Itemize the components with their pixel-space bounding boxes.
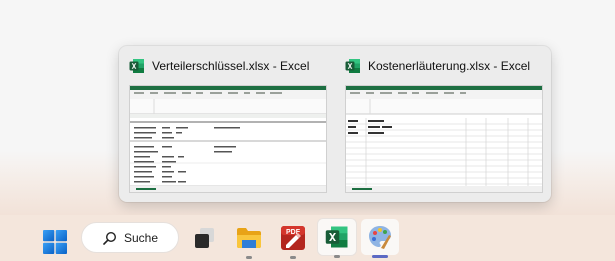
taskbar-thumbnail-preview: Verteilerschlüssel.xlsx - Excel Kostener… bbox=[119, 46, 551, 202]
excel-icon bbox=[325, 226, 348, 248]
task-view-icon bbox=[195, 228, 214, 248]
window-preview-kostenerlaeuterung[interactable]: Kostenerläuterung.xlsx - Excel bbox=[335, 46, 551, 202]
excel-button[interactable] bbox=[318, 219, 356, 258]
pdf-app-button[interactable]: PDF bbox=[275, 220, 311, 259]
window-preview-verteilerschluessel[interactable]: Verteilerschlüssel.xlsx - Excel bbox=[119, 46, 335, 202]
window-thumbnail bbox=[129, 85, 327, 193]
excel-icon bbox=[345, 58, 361, 79]
start-button[interactable] bbox=[36, 220, 72, 256]
taskbar-search[interactable]: Suche bbox=[81, 222, 179, 253]
search-icon bbox=[103, 231, 117, 250]
window-title: Kostenerläuterung.xlsx - Excel bbox=[368, 59, 531, 73]
window-thumbnail bbox=[345, 85, 543, 193]
pdf-icon: PDF bbox=[281, 226, 305, 250]
running-indicator bbox=[334, 255, 340, 258]
running-indicator bbox=[246, 256, 252, 259]
windows-logo-icon bbox=[43, 230, 67, 254]
active-window-indicator bbox=[372, 255, 388, 258]
excel-icon bbox=[129, 58, 145, 79]
search-label: Suche bbox=[124, 231, 159, 245]
file-explorer-button[interactable] bbox=[231, 220, 267, 259]
window-title: Verteilerschlüssel.xlsx - Excel bbox=[152, 59, 310, 73]
paint-button[interactable] bbox=[361, 219, 399, 258]
paint-palette-icon bbox=[369, 226, 391, 249]
running-indicator bbox=[290, 256, 296, 259]
task-view-button[interactable] bbox=[188, 220, 222, 256]
folder-icon bbox=[237, 228, 261, 248]
